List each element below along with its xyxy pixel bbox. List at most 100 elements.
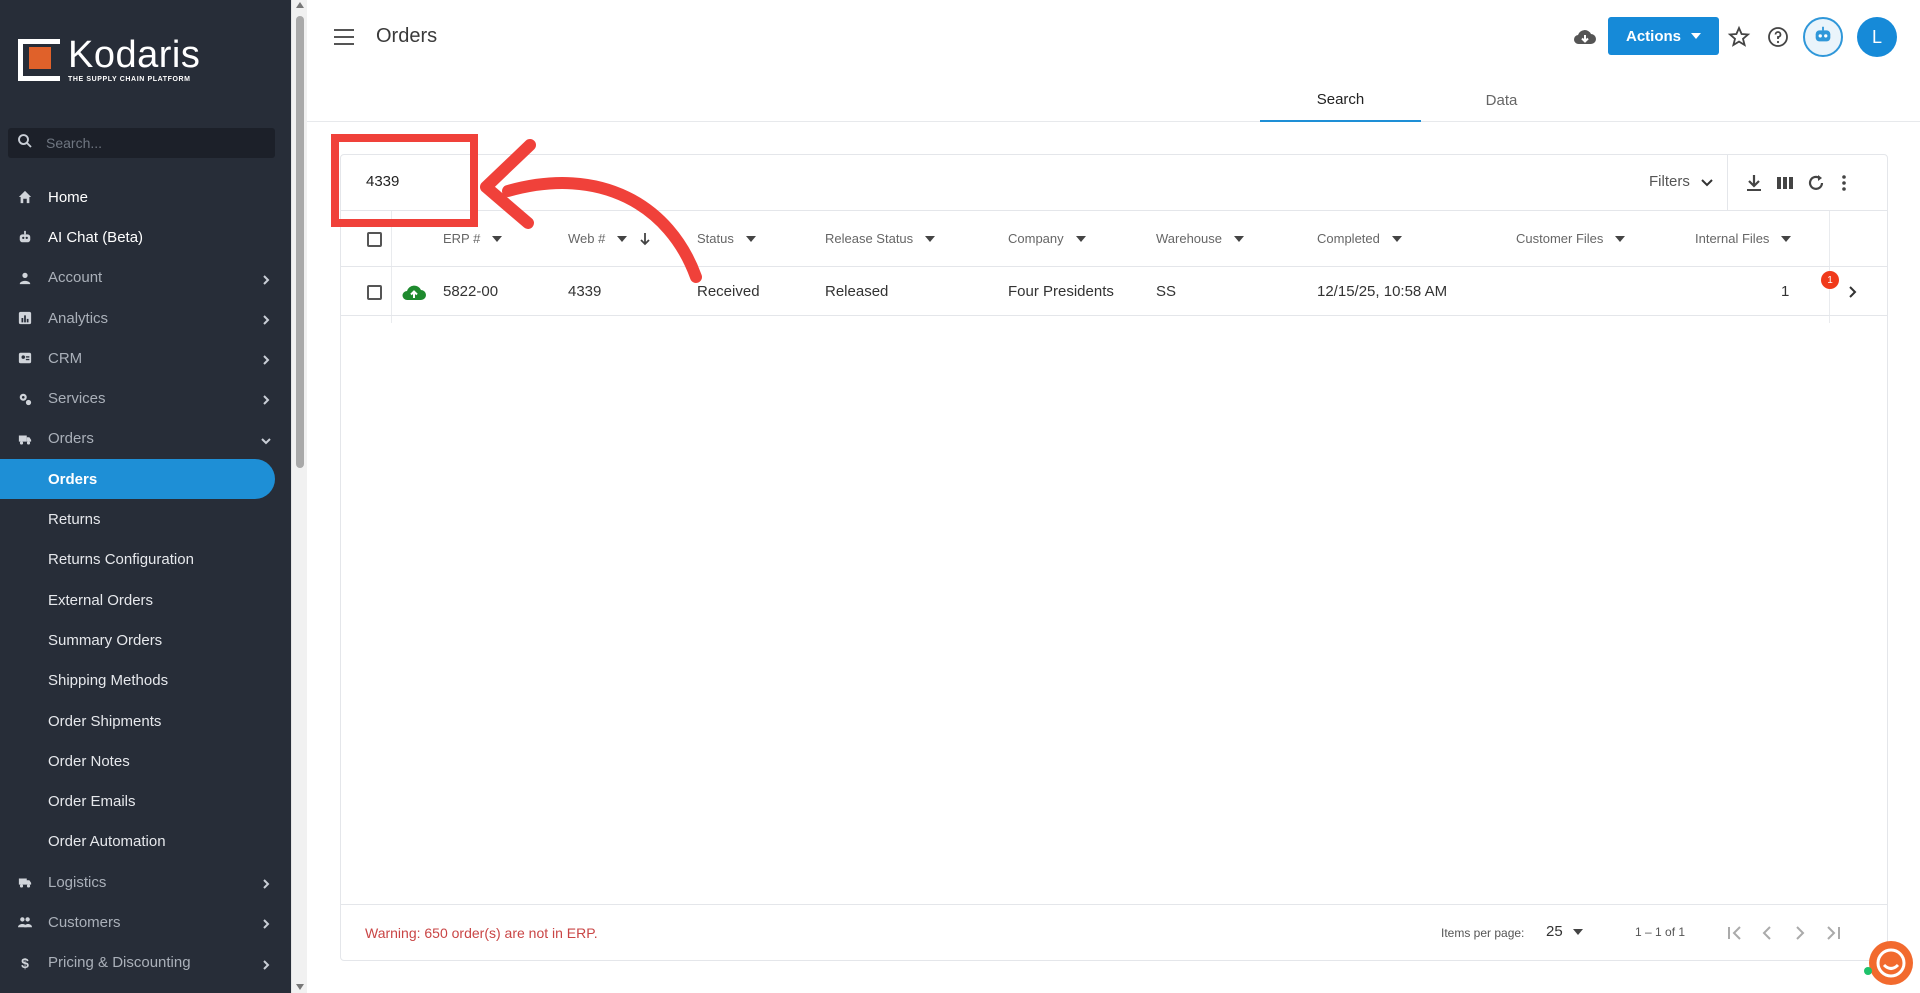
- sidebar-subitem-order-shipments[interactable]: Order Shipments: [0, 701, 291, 741]
- items-per-page-select[interactable]: 25: [1546, 923, 1583, 940]
- column-header-internal-files[interactable]: Internal Files: [1695, 231, 1792, 246]
- previous-page-icon[interactable]: [1756, 922, 1778, 944]
- column-header-customer-files[interactable]: Customer Files: [1516, 231, 1626, 246]
- sidebar-subitem-label: Order Emails: [48, 793, 136, 811]
- sidebar-subitem-summary-orders[interactable]: Summary Orders: [0, 620, 291, 660]
- sidebar-subitem-order-automation[interactable]: Order Automation: [0, 822, 291, 862]
- sidebar-subitem-returns-configuration[interactable]: Returns Configuration: [0, 540, 291, 580]
- brand-name: Kodaris: [68, 34, 201, 76]
- sidebar-item-orders[interactable]: Orders: [0, 419, 291, 459]
- sidebar-subitem-orders[interactable]: Orders: [0, 459, 275, 500]
- sidebar-subitem-label: Order Notes: [48, 752, 130, 770]
- filters-button[interactable]: Filters: [1649, 173, 1714, 190]
- sidebar-item-customers[interactable]: Customers: [0, 902, 291, 942]
- truck-icon: [18, 432, 32, 446]
- sidebar-search-input[interactable]: [46, 135, 266, 151]
- cloud-download-icon[interactable]: [1573, 25, 1597, 49]
- dollar-icon: $: [21, 954, 29, 971]
- sidebar-item-ai-chat[interactable]: AI Chat (Beta): [0, 217, 291, 257]
- more-vert-icon[interactable]: [1834, 173, 1854, 193]
- annotation-highlight-box: [331, 134, 478, 227]
- chevron-right-icon: [261, 272, 271, 285]
- star-icon[interactable]: [1727, 25, 1751, 49]
- sidebar-subitem-returns[interactable]: Returns: [0, 499, 291, 539]
- sidebar-item-logistics[interactable]: Logistics: [0, 862, 291, 902]
- annotation-arrow-icon: [480, 139, 702, 283]
- page-title: Orders: [376, 25, 438, 47]
- sidebar-item-account[interactable]: Account: [0, 258, 291, 298]
- sidebar-search[interactable]: [8, 128, 275, 158]
- scroll-up-icon[interactable]: [296, 2, 304, 8]
- table-footer: Warning: 650 order(s) are not in ERP. It…: [341, 904, 1887, 960]
- actions-button-label: Actions: [1625, 27, 1681, 45]
- column-header-label: Completed: [1317, 231, 1380, 246]
- chat-support-icon[interactable]: [1869, 941, 1913, 985]
- sidebar-subitem-label: Returns: [48, 511, 101, 529]
- column-header-label: Warehouse: [1156, 231, 1222, 246]
- user-avatar[interactable]: L: [1857, 17, 1897, 57]
- sidebar-item-pricing[interactable]: $ Pricing & Discounting: [0, 943, 291, 983]
- caret-down-icon: [1075, 235, 1086, 242]
- sidebar-scrollbar[interactable]: [291, 0, 307, 993]
- sidebar-subitem-label: Order Automation: [48, 833, 166, 851]
- search-icon: [16, 132, 34, 155]
- column-header-company[interactable]: Company: [1008, 231, 1086, 246]
- cell-completed: 12/15/25, 10:58 AM: [1317, 283, 1448, 300]
- row-checkbox[interactable]: [367, 285, 382, 300]
- columns-icon[interactable]: [1775, 173, 1795, 193]
- actions-button[interactable]: Actions: [1608, 17, 1719, 55]
- sidebar-subitem-order-emails[interactable]: Order Emails: [0, 781, 291, 821]
- chevron-right-icon: [261, 392, 271, 406]
- ai-assistant-button[interactable]: [1803, 17, 1843, 57]
- scroll-down-icon[interactable]: [296, 984, 304, 990]
- caret-down-icon: [1572, 928, 1583, 935]
- menu-icon[interactable]: [334, 29, 354, 45]
- chevron-right-icon: [261, 312, 271, 325]
- cell-erp: 5822-00: [443, 283, 499, 300]
- caret-down-icon: [1615, 235, 1626, 242]
- sidebar-item-label: CRM: [48, 349, 83, 367]
- help-icon[interactable]: [1766, 25, 1790, 49]
- sidebar-item-label: Customers: [48, 913, 121, 931]
- filters-label: Filters: [1649, 173, 1690, 190]
- items-per-page-label: Items per page:: [1441, 926, 1525, 940]
- column-header-release-status[interactable]: Release Status: [825, 231, 936, 246]
- chevron-down-icon: [1701, 178, 1713, 186]
- column-header-completed[interactable]: Completed: [1317, 231, 1402, 246]
- next-page-icon[interactable]: [1789, 922, 1811, 944]
- select-all-checkbox[interactable]: [367, 232, 382, 247]
- sidebar-item-home[interactable]: Home: [0, 177, 291, 217]
- scrollbar-thumb[interactable]: [296, 16, 304, 468]
- column-header-label: Customer Files: [1516, 231, 1604, 246]
- cloud-upload-icon[interactable]: [401, 282, 427, 302]
- sidebar-subitem-label: Shipping Methods: [48, 672, 169, 690]
- download-icon[interactable]: [1744, 173, 1764, 193]
- sidebar-subitem-label: Returns Configuration: [48, 551, 194, 569]
- tab-bar: Search Data: [1260, 78, 1582, 122]
- sidebar-subitem-order-notes[interactable]: Order Notes: [0, 741, 291, 781]
- column-header-warehouse[interactable]: Warehouse: [1156, 231, 1244, 246]
- last-page-icon[interactable]: [1822, 922, 1844, 944]
- sidebar-item-analytics[interactable]: Analytics: [0, 298, 291, 338]
- brand-logo[interactable]: Kodaris THE SUPPLY CHAIN PLATFORM: [18, 36, 200, 83]
- cell-status: Received: [697, 283, 760, 300]
- caret-down-icon: [745, 235, 756, 242]
- chevron-right-icon: [261, 352, 271, 365]
- chart-icon: [18, 311, 32, 325]
- caret-down-icon: [1391, 235, 1402, 242]
- toolbar-divider: [1727, 155, 1728, 211]
- sidebar-item-crm[interactable]: CRM: [0, 338, 291, 378]
- caret-down-icon: [1691, 33, 1701, 39]
- sidebar-subitem-external-orders[interactable]: External Orders: [0, 580, 291, 620]
- tab-search[interactable]: Search: [1260, 78, 1421, 122]
- sidebar-item-services[interactable]: Services: [0, 378, 291, 418]
- cell-web: 4339: [568, 283, 602, 300]
- first-page-icon[interactable]: [1724, 922, 1746, 944]
- sidebar-subitem-shipping-methods[interactable]: Shipping Methods: [0, 661, 291, 701]
- refresh-icon[interactable]: [1806, 173, 1826, 193]
- chevron-right-icon[interactable]: [1846, 285, 1860, 299]
- items-per-page-value: 25: [1546, 923, 1563, 940]
- contact-card-icon: [18, 351, 32, 365]
- sidebar-nav: Home AI Chat (Beta) Account Analytics CR…: [0, 177, 291, 983]
- tab-data[interactable]: Data: [1421, 78, 1582, 122]
